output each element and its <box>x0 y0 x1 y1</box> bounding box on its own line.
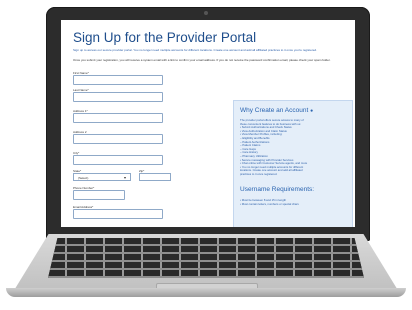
keyboard-rows <box>48 238 364 278</box>
intro-text: Sign up to access our secure provider po… <box>73 48 317 52</box>
first-name-field[interactable] <box>73 75 163 85</box>
city-field[interactable] <box>73 155 163 165</box>
state-select[interactable]: (Select) ▾ <box>73 173 131 181</box>
info-icon: ● <box>310 108 314 114</box>
laptop-base-front <box>6 288 406 297</box>
side-line: • Must contain letters, numbers or speci… <box>240 202 299 206</box>
why-create-heading: Why Create an Account ● <box>240 107 313 114</box>
registration-note: Once you submit your registration, you w… <box>73 58 331 62</box>
laptop-screen: Sign Up for the Provider Portal Sign up … <box>61 20 355 227</box>
address2-field[interactable] <box>73 134 163 144</box>
state-select-value: (Select) <box>78 176 89 180</box>
phone-field[interactable] <box>73 190 125 200</box>
page-title: Sign Up for the Provider Portal <box>73 30 257 45</box>
address1-field[interactable] <box>73 113 163 123</box>
side-line: practices to it once registered. <box>240 172 278 176</box>
last-name-field[interactable] <box>73 92 163 102</box>
chevron-down-icon: ▾ <box>123 175 126 180</box>
username-requirements-heading: Username Requirements: <box>240 186 315 193</box>
zip-field[interactable] <box>139 173 171 181</box>
webcam-icon <box>204 11 208 15</box>
why-create-account-panel: Why Create an Account ● The provider por… <box>233 100 353 227</box>
email-field[interactable] <box>73 209 163 219</box>
why-create-heading-text: Why Create an Account <box>240 107 309 114</box>
